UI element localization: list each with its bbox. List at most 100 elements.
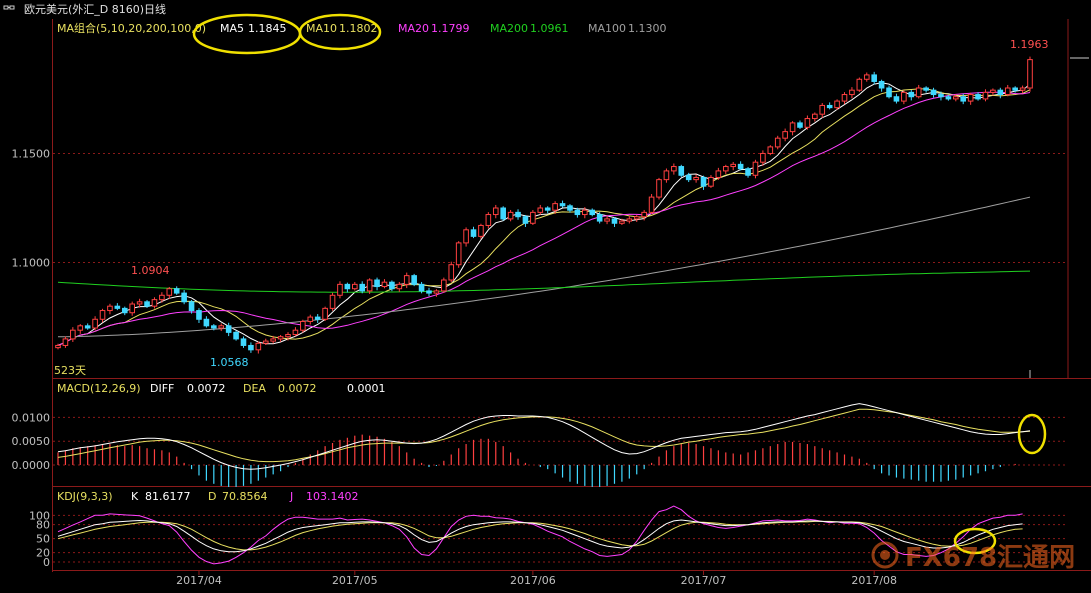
candle: [797, 120, 803, 130]
candle: [307, 314, 314, 325]
legend-ma10-name: MA10: [306, 22, 337, 35]
candle: [826, 102, 833, 110]
candle: [240, 336, 247, 348]
kdj-y-ticks: 1008050200: [29, 509, 50, 569]
ma-lines: [57, 82, 1031, 346]
candles: [55, 56, 1033, 354]
candle: [522, 214, 529, 227]
candle: [322, 306, 328, 322]
macd-legend: MACD(12,26,9) DIFF 0.0072 DEA 0.0072 0.0…: [57, 382, 386, 395]
candle: [62, 336, 69, 348]
candle: [114, 303, 121, 311]
candle: [804, 115, 811, 130]
candle: [930, 87, 937, 98]
candle: [121, 306, 128, 316]
legend-k-name: K: [131, 490, 139, 503]
macd-histogram: [57, 434, 1016, 487]
candle: [700, 175, 707, 190]
candle: [381, 279, 388, 289]
legend-ma200-name: MA200: [490, 22, 528, 35]
candle: [441, 277, 447, 293]
macd-panel: 0.0100 0.0050 0.0000 MACD(12,26,9) DIFF 0.…: [12, 382, 1068, 487]
candle: [300, 319, 306, 333]
candle: [99, 308, 106, 323]
candle: [774, 135, 781, 150]
candle: [351, 281, 358, 291]
candle: [841, 92, 848, 105]
candle: [908, 89, 915, 101]
watermark-logo-icon: [871, 541, 899, 569]
x-tick-label: 2017/05: [332, 574, 378, 587]
kdj-lines: [57, 505, 1023, 565]
candle: [982, 89, 989, 102]
candle: [84, 323, 91, 330]
candle: [530, 209, 536, 226]
macd-lines: [57, 403, 1031, 470]
candle: [789, 121, 796, 136]
candle: [997, 87, 1004, 99]
candle: [129, 301, 135, 316]
candle: [745, 166, 751, 178]
candle: [314, 314, 321, 323]
candle: [856, 77, 863, 92]
legend-ma20-name: MA20: [398, 22, 429, 35]
candle: [1004, 84, 1011, 97]
kdj-y-tick-label: 50: [36, 533, 50, 546]
candle: [819, 103, 826, 118]
candle: [923, 86, 929, 93]
candle: [730, 161, 737, 171]
candle: [448, 261, 455, 283]
candle: [611, 217, 618, 227]
candle: [248, 342, 254, 353]
x-axis: 2017/04 2017/05 2017/06 2017/07 2017/08: [176, 570, 897, 587]
candle: [492, 204, 499, 219]
candle: [782, 128, 788, 142]
legend-j-value: 103.1402: [306, 490, 359, 503]
candle: [344, 282, 351, 293]
macd-title: MACD(12,26,9): [57, 382, 141, 395]
candle: [767, 145, 774, 156]
candle: [500, 206, 506, 221]
macd-y-tick-label: 0.0100: [12, 411, 51, 424]
high-label: 1.0904: [131, 264, 170, 277]
candle: [478, 223, 484, 239]
candle: [411, 273, 417, 287]
main-y-tick-label: 1.1000: [12, 257, 51, 270]
legend-dea-value: 0.0072: [278, 382, 317, 395]
max-label: 1.1963: [1010, 38, 1049, 51]
macd-highlight-ellipse: [1017, 413, 1047, 455]
legend-ma100-value: 1.1300: [628, 22, 667, 35]
legend-j-name: J: [289, 490, 293, 503]
candle: [329, 292, 336, 311]
candle: [470, 226, 477, 239]
legend-k-value: 81.6177: [145, 490, 191, 503]
candle: [374, 277, 380, 291]
candle: [1019, 85, 1026, 94]
candle: [559, 200, 566, 208]
candle: [544, 206, 551, 214]
candle: [203, 316, 210, 328]
candle: [255, 341, 262, 354]
candle: [92, 316, 98, 331]
legend-d-value: 70.8564: [222, 490, 268, 503]
kdj-title: KDJ(9,3,3): [57, 490, 113, 503]
candle: [871, 71, 877, 85]
candle: [671, 163, 677, 175]
j-line: [57, 505, 1023, 565]
candle: [678, 164, 685, 178]
kdj-y-tick-label: 80: [36, 519, 50, 532]
legend-ma5-name: MA5: [220, 22, 244, 35]
candle: [863, 72, 870, 82]
main-title: MA组合(5,10,20,200,100,0): [57, 21, 206, 35]
candle: [967, 92, 974, 105]
macd-y-ticks: 0.0100 0.0050 0.0000: [12, 411, 51, 472]
candle: [901, 90, 907, 105]
candle: [693, 174, 699, 183]
ma200-line: [57, 270, 1031, 293]
candle: [737, 161, 744, 171]
candle: [218, 323, 225, 332]
days-label: 523天: [54, 364, 86, 377]
candle: [663, 168, 670, 183]
candle: [70, 327, 76, 342]
legend-d-name: D: [208, 490, 216, 503]
